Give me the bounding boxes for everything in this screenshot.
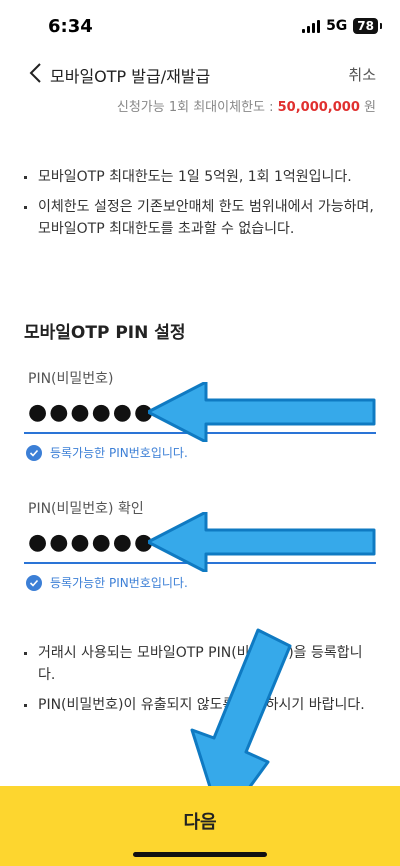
signal-icon (302, 19, 321, 33)
cancel-button[interactable]: 취소 (348, 64, 376, 85)
back-button[interactable] (20, 58, 50, 88)
pin-confirm-validation-message: 등록가능한 PIN번호입니다. (26, 574, 188, 591)
pin-confirm-input[interactable]: ●●●●●● (24, 522, 376, 564)
home-indicator (133, 852, 267, 857)
check-circle-icon (26, 574, 42, 591)
status-time: 6:34 (48, 16, 93, 37)
notice-item: PIN(비밀번호)이 유출되지 않도록 유의하시기 바랍니다. (24, 694, 376, 716)
notice-list-bottom: 거래시 사용되는 모바일OTP PIN(비밀번호)을 등록합니다. PIN(비밀… (24, 642, 376, 724)
pin-masked-value: ●●●●●● (28, 399, 156, 425)
header: 모바일OTP 발급/재발급 취소 (0, 52, 400, 96)
pin-label: PIN(비밀번호) (28, 371, 114, 387)
status-indicators: 5G 78 (302, 18, 382, 34)
page-title: 모바일OTP 발급/재발급 (50, 67, 211, 86)
check-circle-icon (26, 444, 42, 461)
limit-label: 신청가능 1회 최대이체한도 : (116, 100, 274, 115)
status-bar: 6:34 5G 78 (0, 0, 400, 52)
notice-item: 모바일OTP 최대한도는 1일 5억원, 1회 1억원입니다. (24, 166, 376, 188)
notice-item: 이체한도 설정은 기존보안매체 한도 범위내에서 가능하며, 모바일OTP 최대… (24, 196, 376, 240)
limit-unit: 원 (364, 100, 376, 115)
pin-confirm-label: PIN(비밀번호) 확인 (28, 501, 144, 517)
chevron-left-icon (29, 63, 41, 83)
notice-list-top: 모바일OTP 최대한도는 1일 5억원, 1회 1억원입니다. 이체한도 설정은… (24, 166, 376, 248)
notice-item: 거래시 사용되는 모바일OTP PIN(비밀번호)을 등록합니다. (24, 642, 376, 686)
pin-status-text: 등록가능한 PIN번호입니다. (50, 446, 188, 460)
limit-amount: 50,000,000 (277, 100, 360, 115)
pin-confirm-status-text: 등록가능한 PIN번호입니다. (50, 576, 188, 590)
pin-validation-message: 등록가능한 PIN번호입니다. (26, 444, 188, 461)
pin-section-title: 모바일OTP PIN 설정 (24, 323, 186, 343)
pin-confirm-masked-value: ●●●●●● (28, 529, 156, 555)
next-button-label: 다음 (183, 812, 217, 833)
battery-icon: 78 (353, 18, 382, 34)
network-type: 5G (326, 18, 348, 34)
pin-input[interactable]: ●●●●●● (24, 392, 376, 434)
transfer-limit-info: 신청가능 1회 최대이체한도 : 50,000,000 원 (117, 96, 376, 115)
